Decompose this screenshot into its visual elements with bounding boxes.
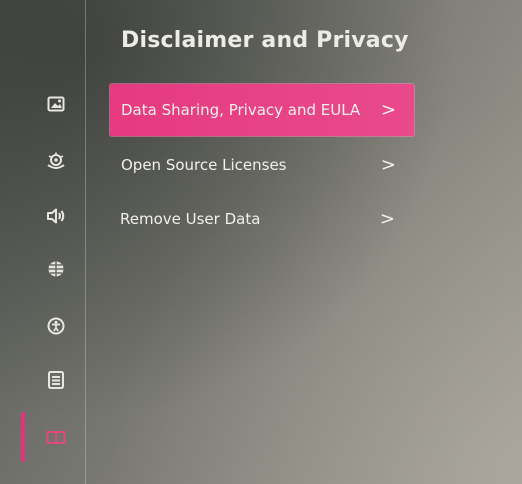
sidebar-item-display[interactable] [42,147,70,175]
display-icon [47,152,65,169]
sidebar-item-support[interactable] [42,366,70,394]
page-title: Disclaimer and Privacy [121,28,409,53]
book-icon [46,431,66,445]
menu-item-data-sharing[interactable]: Data Sharing, Privacy and EULA > [110,84,414,136]
accessibility-icon [47,317,65,335]
menu-item-label: Open Source Licenses [121,156,287,174]
globe-icon [48,261,64,277]
sidebar-item-sound[interactable] [42,202,70,230]
sidebar-item-picture[interactable] [42,90,70,118]
active-indicator [21,412,25,462]
sidebar-item-general[interactable] [42,255,70,283]
chevron-right-icon: > [380,154,396,176]
speaker-icon [47,208,65,224]
menu-item-open-source-licenses[interactable]: Open Source Licenses > [110,139,414,191]
menu-item-label: Data Sharing, Privacy and EULA [121,101,361,119]
menu-item-remove-user-data[interactable]: Remove User Data > [109,193,413,245]
picture-icon [47,96,65,112]
sidebar-item-disclaimer[interactable] [42,424,70,452]
sidebar [0,0,86,484]
chevron-right-icon: > [380,99,396,121]
list-icon [48,371,64,389]
chevron-right-icon: > [379,208,395,230]
sidebar-item-accessibility[interactable] [42,312,70,340]
menu-item-label: Remove User Data [120,210,261,228]
